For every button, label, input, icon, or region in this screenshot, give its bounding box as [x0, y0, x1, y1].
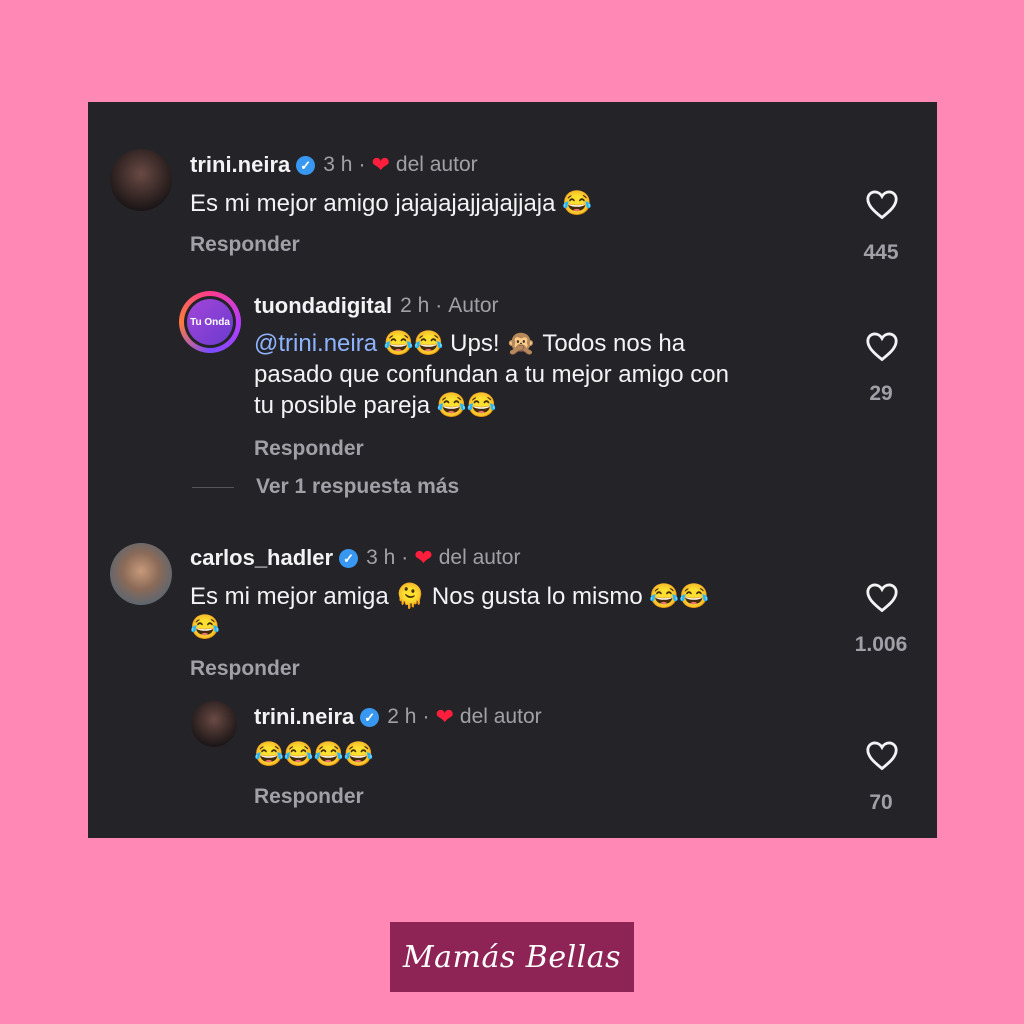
comment-text: Es mi mejor amiga 🫠 Nos gusta lo mismo 😂… — [190, 581, 840, 643]
mention-link[interactable]: @trini.neira — [254, 330, 377, 357]
heart-outline-icon[interactable] — [864, 186, 900, 222]
username[interactable]: trini.neira — [190, 152, 290, 178]
view-more-replies[interactable]: Ver 1 respuesta más — [256, 475, 459, 499]
timestamp: 2 h — [387, 705, 417, 728]
username[interactable]: carlos_hadler — [190, 545, 333, 571]
comment-text-line: 😂 — [190, 614, 220, 641]
author-label: Autor — [448, 294, 499, 317]
verified-badge-icon: ✓ — [296, 155, 316, 175]
reply-button[interactable]: Responder — [190, 657, 300, 681]
comment-text-line: tu posible pareja 😂😂 — [254, 392, 497, 419]
avatar[interactable] — [191, 701, 237, 747]
comment-text: @trini.neira 😂😂 Ups! 🙊 Todos nos ha pasa… — [254, 328, 844, 421]
verified-badge-icon: ✓ — [339, 548, 359, 568]
comment-text-line: pasado que confundan a tu mejor amigo co… — [254, 361, 729, 388]
comment-text-line: Es mi mejor amigo jajajajajjajajjaja 😂 — [190, 190, 593, 217]
timestamp: 3 h — [323, 153, 353, 176]
comment-header: trini.neira ✓ 2 h · ❤ del autor — [254, 704, 542, 730]
separator-dot: · — [435, 294, 443, 317]
comment-text: Es mi mejor amigo jajajajajjajajjaja 😂 — [190, 188, 592, 219]
separator-dot: · — [358, 153, 366, 176]
author-liked-label: del autor — [459, 705, 542, 728]
comment-text-segment: 😂😂 Ups! 🙊 Todos nos ha — [377, 330, 686, 357]
reply-button[interactable]: Responder — [190, 233, 300, 257]
comment-header: carlos_hadler ✓ 3 h · ❤ del autor — [190, 545, 520, 571]
red-heart-icon: ❤ — [435, 704, 454, 729]
username[interactable]: trini.neira — [254, 704, 354, 730]
avatar[interactable] — [110, 149, 172, 211]
verified-badge-icon: ✓ — [360, 707, 380, 727]
separator-dot: · — [401, 546, 409, 569]
username[interactable]: tuondadigital — [254, 293, 392, 319]
comment-text-line: @trini.neira 😂😂 Ups! 🙊 Todos nos ha — [254, 328, 844, 359]
timestamp: 3 h — [366, 546, 396, 569]
avatar-ring: Tu Onda — [184, 296, 236, 348]
comment-header: tuondadigital 2 h · Autor — [254, 293, 499, 319]
reply-button[interactable]: Responder — [254, 437, 364, 461]
brand-logo: Mamás Bellas — [390, 922, 634, 992]
avatar-logo-text: Tu Onda — [187, 299, 233, 345]
like-count: 445 — [863, 241, 899, 264]
author-liked-label: del autor — [395, 153, 478, 176]
red-heart-icon: ❤ — [371, 152, 390, 177]
comments-panel: trini.neira ✓ 3 h · ❤ del autor Es mi me… — [88, 102, 937, 838]
red-heart-icon: ❤ — [414, 545, 433, 570]
separator-dot: · — [422, 705, 430, 728]
avatar[interactable] — [110, 543, 172, 605]
comment-text-line: Es mi mejor amiga 🫠 Nos gusta lo mismo 😂… — [190, 583, 710, 610]
like-count: 29 — [869, 382, 893, 405]
heart-outline-icon[interactable] — [864, 328, 900, 364]
heart-outline-icon[interactable] — [864, 737, 900, 773]
comment-text-line: 😂😂😂😂 — [254, 741, 374, 768]
heart-outline-icon[interactable] — [864, 579, 900, 615]
timestamp: 2 h — [400, 294, 430, 317]
comment-text: 😂😂😂😂 — [254, 739, 374, 770]
brand-logo-text: Mamás Bellas — [402, 939, 622, 975]
reply-button[interactable]: Responder — [254, 785, 364, 809]
author-liked-label: del autor — [438, 546, 521, 569]
thread-line — [192, 487, 234, 488]
avatar[interactable]: Tu Onda — [179, 291, 241, 353]
like-count: 70 — [869, 791, 893, 814]
comment-header: trini.neira ✓ 3 h · ❤ del autor — [190, 152, 478, 178]
like-count: 1.006 — [854, 633, 908, 656]
